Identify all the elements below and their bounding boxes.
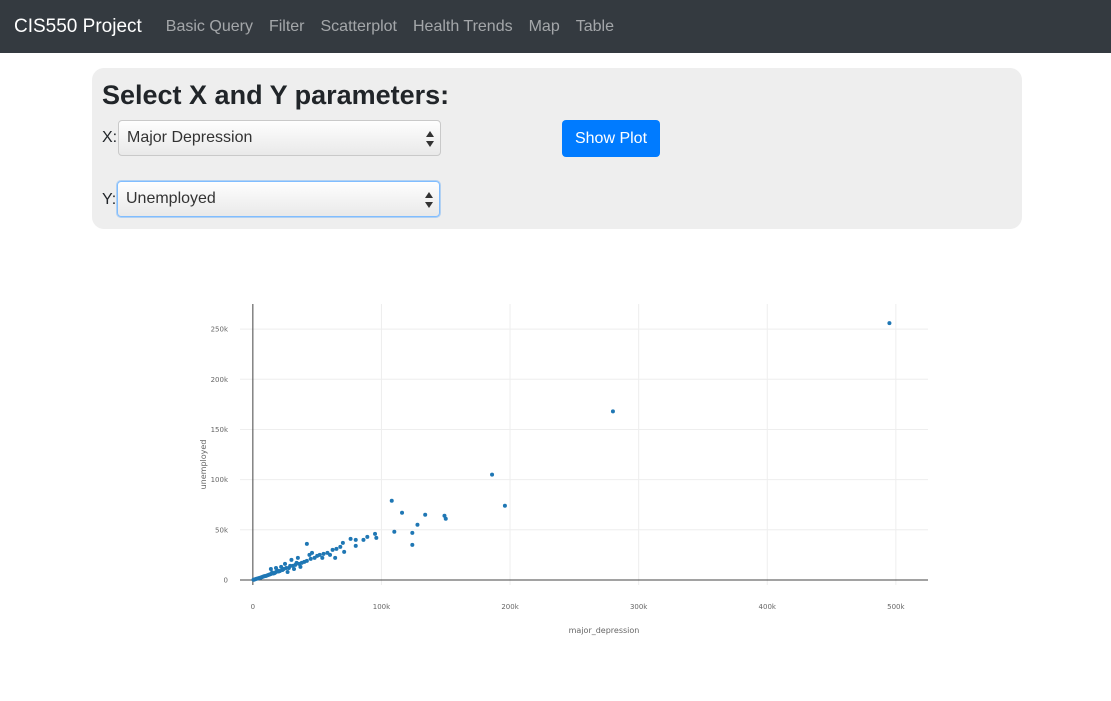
scatter-plot-svg: 0 100k 200k 300k 400k 500k 0 50k 100k 150k 200k 250… bbox=[199, 304, 928, 635]
data-point bbox=[274, 565, 279, 570]
x-tick-label: 400k bbox=[759, 603, 777, 611]
scatter-plot: 0 100k 200k 300k 400k 500k 0 50k 100k 150k 200k 250… bbox=[190, 290, 940, 650]
data-point bbox=[268, 566, 273, 571]
x-axis-label: major_depression bbox=[569, 626, 640, 635]
y-label: Y: bbox=[102, 191, 117, 208]
data-point bbox=[308, 556, 313, 561]
data-point bbox=[295, 555, 300, 560]
data-point bbox=[307, 552, 312, 557]
data-point bbox=[353, 537, 358, 542]
data-point bbox=[330, 547, 335, 552]
data-point bbox=[423, 512, 428, 517]
nav-table[interactable]: Table bbox=[576, 18, 614, 36]
x-label: X: bbox=[102, 129, 118, 146]
data-point bbox=[279, 564, 284, 569]
data-point bbox=[320, 555, 325, 560]
data-point bbox=[502, 503, 507, 508]
x-tick-label: 500k bbox=[887, 603, 905, 611]
data-point bbox=[348, 536, 353, 541]
y-tick-label: 100k bbox=[211, 476, 229, 484]
y-tick-label: 250k bbox=[211, 326, 229, 334]
y-tick-label: 150k bbox=[211, 426, 229, 434]
data-point bbox=[333, 555, 338, 560]
data-point bbox=[285, 569, 290, 574]
select-arrows-icon bbox=[425, 191, 433, 209]
data-point bbox=[342, 549, 347, 554]
y-select[interactable]: Unemployed bbox=[117, 181, 440, 217]
top-navbar: CIS550 Project Basic Query Filter Scatte… bbox=[0, 0, 1111, 53]
data-point bbox=[490, 472, 495, 477]
data-point bbox=[410, 542, 415, 547]
data-point bbox=[312, 555, 317, 560]
select-arrows-icon bbox=[426, 130, 434, 148]
parameter-panel: Select X and Y parameters: X: Major Depr… bbox=[92, 68, 1022, 229]
y-select-value: Unemployed bbox=[126, 190, 216, 207]
data-point bbox=[887, 321, 892, 326]
x-select-value: Major Depression bbox=[127, 129, 253, 146]
data-point bbox=[304, 541, 309, 546]
data-point bbox=[410, 530, 415, 535]
nav-health-trends[interactable]: Health Trends bbox=[413, 18, 513, 36]
nav-filter[interactable]: Filter bbox=[269, 18, 305, 36]
data-point bbox=[443, 516, 448, 521]
data-point bbox=[373, 531, 378, 536]
x-tick-label: 300k bbox=[630, 603, 648, 611]
data-point bbox=[340, 540, 345, 545]
show-plot-button[interactable]: Show Plot bbox=[562, 120, 660, 157]
y-tick-label: 50k bbox=[215, 526, 229, 534]
data-point bbox=[400, 510, 405, 515]
x-tick-label: 100k bbox=[373, 603, 391, 611]
data-point bbox=[292, 566, 297, 571]
data-point bbox=[289, 557, 294, 562]
data-point bbox=[298, 564, 303, 569]
data-point bbox=[365, 534, 370, 539]
data-point bbox=[321, 551, 326, 556]
data-point bbox=[374, 535, 379, 540]
data-point bbox=[353, 543, 358, 548]
nav-scatterplot[interactable]: Scatterplot bbox=[321, 18, 397, 36]
panel-title: Select X and Y parameters: bbox=[102, 80, 450, 110]
data-point bbox=[389, 498, 394, 503]
x-tick-label: 200k bbox=[501, 603, 519, 611]
data-point bbox=[338, 544, 343, 549]
nav-basic-query[interactable]: Basic Query bbox=[166, 18, 253, 36]
y-axis-label: unemployed bbox=[199, 440, 208, 490]
x-select[interactable]: Major Depression bbox=[118, 120, 441, 156]
data-point bbox=[610, 409, 615, 414]
data-point bbox=[392, 529, 397, 534]
data-point bbox=[415, 522, 420, 527]
y-tick-label: 0 bbox=[224, 576, 228, 584]
data-point bbox=[334, 546, 339, 551]
nav-map[interactable]: Map bbox=[529, 18, 560, 36]
data-point bbox=[328, 552, 333, 557]
y-tick-label: 200k bbox=[211, 376, 229, 384]
x-tick-label: 0 bbox=[251, 603, 255, 611]
data-point bbox=[283, 561, 288, 566]
data-point bbox=[251, 577, 256, 582]
data-point bbox=[361, 537, 366, 542]
brand-link[interactable]: CIS550 Project bbox=[14, 16, 142, 38]
